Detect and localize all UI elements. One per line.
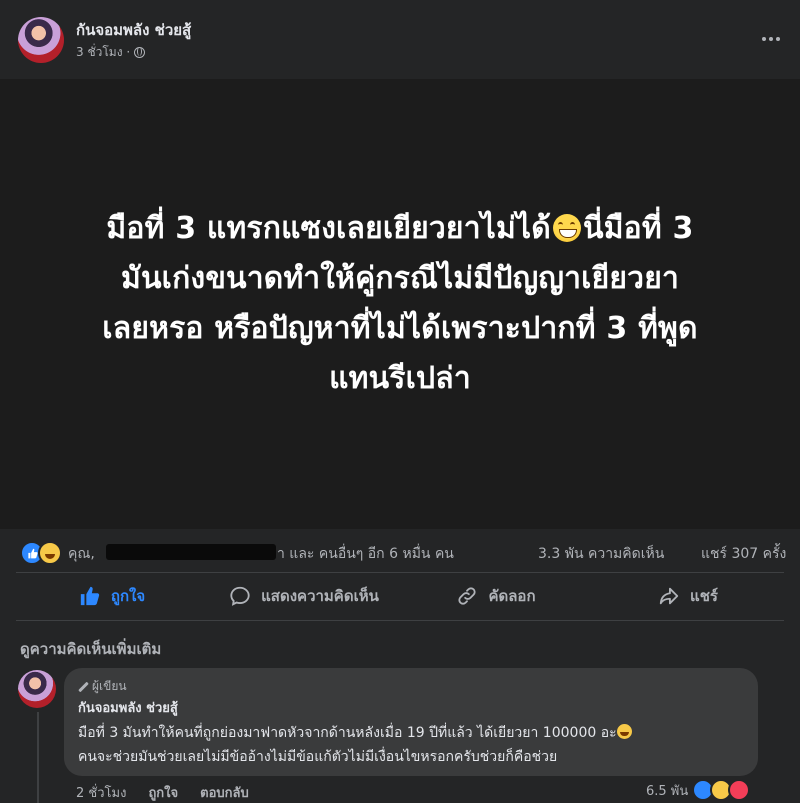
comment-bubble: ผู้เขียน กันจอมพลัง ช่วยสู้ มือที่ 3 มัน… xyxy=(64,668,758,776)
grinning-emoji-icon xyxy=(553,214,581,242)
reactors-suffix[interactable]: า และ คนอื่นๆ อีก 6 หมื่น คน xyxy=(277,543,454,565)
view-more-comments-link[interactable]: ดูความคิดเห็นเพิ่มเติม xyxy=(20,637,161,661)
post-line-3: เลยหรอ หรือปัญหาที่ไม่ได้เพราะปากที่ 3 ท… xyxy=(102,311,698,346)
comment-timestamp[interactable]: 2 ชั่วโมง xyxy=(76,782,126,803)
author-badge: ผู้เขียน xyxy=(78,677,127,696)
comment-button[interactable]: แสดงความคิดเห็น xyxy=(208,575,400,617)
like-button[interactable]: ถูกใจ xyxy=(16,575,208,617)
comment-reply-button[interactable]: ตอบกลับ xyxy=(200,782,249,803)
divider xyxy=(16,572,784,573)
post-actions: ถูกใจ แสดงความคิดเห็น คัดลอก แชร์ xyxy=(16,575,784,617)
post-header: กันจอมพลัง ช่วยสู้ 3 ชั่วโมง · xyxy=(0,0,800,78)
post-line-4: แทนรีเปล่า xyxy=(329,361,471,396)
comment-actions: 2 ชั่วโมง ถูกใจ ตอบกลับ xyxy=(76,782,249,803)
dot-icon xyxy=(769,37,773,41)
comment-reactions[interactable]: 6.5 พัน xyxy=(646,779,751,801)
shares-count-link[interactable]: แชร์ 307 ครั้ง xyxy=(701,543,786,565)
comment-text: มือที่ 3 มันทำให้คนที่ถูกย่องมาฟาดหัวจาก… xyxy=(78,725,617,741)
pen-icon xyxy=(78,682,88,692)
redacted-names xyxy=(106,544,276,560)
grinning-emoji-icon xyxy=(616,724,632,739)
divider xyxy=(16,620,784,621)
comment-label: แสดงความคิดเห็น xyxy=(261,587,379,605)
post-body: มือที่ 3 แทรกแซงเลยเยียวยาไม่ได้ นี่มือที… xyxy=(20,204,780,404)
like-label: ถูกใจ xyxy=(110,587,146,605)
haha-reaction-icon xyxy=(38,541,62,565)
thumbs-up-icon xyxy=(80,586,100,606)
globe-icon xyxy=(134,47,146,58)
link-icon xyxy=(458,587,477,605)
reaction-icons[interactable] xyxy=(20,541,62,565)
reactors-prefix[interactable]: คุณ, xyxy=(68,543,95,565)
comments-count-link[interactable]: 3.3 พัน ความคิดเห็น xyxy=(538,543,664,565)
comment-author-name[interactable]: กันจอมพลัง ช่วยสู้ xyxy=(78,697,178,718)
post-meta: 3 ชั่วโมง · xyxy=(76,43,146,62)
more-options-button[interactable] xyxy=(756,24,786,54)
love-reaction-icon xyxy=(728,779,751,801)
post-line-2: มันเก่งขนาดทำให้คู่กรณีไม่มีปัญญาเยียวยา xyxy=(120,261,680,296)
reactions-summary: คุณ, า และ คนอื่นๆ อีก 6 หมื่น คน 3.3 พั… xyxy=(0,531,800,571)
comment-reactions-count: 6.5 พัน xyxy=(646,783,689,799)
copy-button[interactable]: คัดลอก xyxy=(400,575,592,617)
author-badge-label: ผู้เขียน xyxy=(92,679,127,693)
post-author-name[interactable]: กันจอมพลัง ช่วยสู้ xyxy=(76,18,191,42)
post-line-1b: นี่มือที่ 3 xyxy=(583,211,694,246)
comment-text-line-1: มือที่ 3 มันทำให้คนที่ถูกย่องมาฟาดหัวจาก… xyxy=(78,722,632,744)
comment-like-button[interactable]: ถูกใจ xyxy=(148,782,178,803)
dot-icon xyxy=(762,37,766,41)
post-text-canvas[interactable]: มือที่ 3 แทรกแซงเลยเยียวยาไม่ได้ นี่มือที… xyxy=(0,79,800,529)
dot-icon xyxy=(776,37,780,41)
share-label: แชร์ xyxy=(690,587,718,605)
author-avatar[interactable] xyxy=(18,17,64,63)
comment-text-line-2: คนจะช่วยมันช่วยเลยไม่มีข้ออ้างไม่มีข้อแก… xyxy=(78,749,558,765)
reply-thread-line xyxy=(37,712,39,803)
comment-author-avatar[interactable] xyxy=(18,670,56,708)
share-button[interactable]: แชร์ xyxy=(592,575,784,617)
post-line-1a: มือที่ 3 แทรกแซงเลยเยียวยาไม่ได้ xyxy=(106,211,551,246)
comment-icon xyxy=(230,586,250,606)
copy-label: คัดลอก xyxy=(488,587,536,605)
share-icon xyxy=(659,587,679,605)
post-timestamp[interactable]: 3 ชั่วโมง · xyxy=(76,43,130,62)
